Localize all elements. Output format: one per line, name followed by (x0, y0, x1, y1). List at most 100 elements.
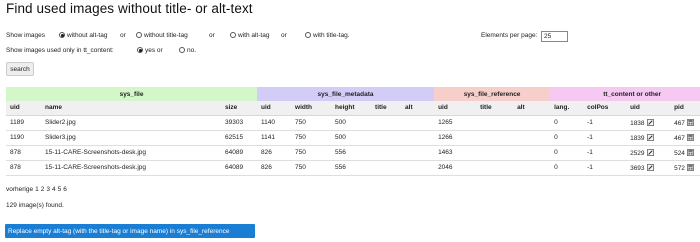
table-cell-container (371, 115, 402, 131)
table-cell-container (401, 145, 435, 161)
table-cell-container (513, 160, 551, 176)
conjunction-or: or (281, 32, 287, 39)
table-cell-container (513, 115, 551, 131)
table-cell-container: 750 (291, 130, 332, 146)
table-cell: 1189 (10, 119, 24, 126)
group-sys-file-reference: sys_file_reference (434, 87, 551, 101)
col-header: uid (257, 101, 292, 116)
radio-icon[interactable] (136, 32, 142, 38)
edit-record-icon[interactable] (646, 118, 654, 126)
radio-without-alt-tag[interactable]: without alt-tag (59, 32, 107, 39)
table-row: 1190 Slider3.jpg 62515 1141 750 500 1266 0 -1 183… (6, 130, 700, 146)
table-cell: 750 (295, 149, 306, 156)
table-cell-container: 750 (291, 160, 332, 176)
table-cell: 1140 (261, 119, 276, 126)
page-link-3[interactable]: 3 (46, 186, 50, 193)
table-cell: Slider2.jpg (45, 119, 76, 126)
radio-label: with title-tag. (313, 32, 350, 39)
view-page-icon[interactable] (687, 163, 694, 171)
table-cell-container: 1463 (434, 145, 477, 161)
table-cell-container: 1839 (626, 130, 671, 146)
view-page-icon[interactable] (687, 118, 694, 126)
pager-prev-label: vorherige (6, 186, 34, 193)
col-header: width (291, 101, 332, 116)
table-cell-container: -1 (583, 115, 627, 131)
page-link-1[interactable]: 1 (35, 186, 39, 193)
group-header-row: sys_file sys_file_metadata sys_file_refe… (6, 87, 700, 101)
elements-per-page-input[interactable] (541, 31, 568, 42)
table-cell: 467 (674, 134, 685, 142)
table-cell-container (371, 130, 402, 146)
table-cell-container (401, 115, 435, 131)
table-cell-container: 0 (550, 160, 584, 176)
radio-with-title-tag[interactable]: with title-tag. (305, 32, 350, 39)
table-cell-container: 572 (670, 160, 700, 176)
table-cell-container (476, 160, 514, 176)
radio-icon[interactable] (305, 32, 311, 38)
radio-icon[interactable] (230, 32, 236, 38)
edit-record-icon[interactable] (646, 163, 654, 171)
table-cell: 750 (295, 164, 306, 171)
table-cell: -1 (587, 164, 593, 171)
table-row: 1189 Slider2.jpg 39303 1140 750 500 1265 0 -1 183… (6, 115, 700, 131)
table-cell: 64089 (225, 149, 244, 156)
radio-icon[interactable] (179, 47, 185, 53)
table-cell-container: 3693 (626, 160, 671, 176)
table-cell: 556 (335, 164, 346, 171)
table-cell: 826 (261, 164, 272, 171)
page-link-2[interactable]: 2 (41, 186, 45, 193)
table-cell: 1190 (10, 134, 24, 141)
table-cell-container: 1838 (626, 115, 671, 131)
radio-icon[interactable] (137, 47, 143, 53)
table-cell-container: 500 (331, 130, 372, 146)
table-cell: 556 (335, 149, 346, 156)
show-images-label: Show images (6, 32, 46, 39)
table-cell-container: -1 (583, 160, 627, 176)
pagination: vorherige 1 2 3 4 5 6 (6, 186, 69, 193)
radio-without-title-tag[interactable]: without title-tag (136, 32, 188, 39)
table-cell: 1266 (438, 134, 453, 141)
replace-alt-tag-button[interactable]: Replace empty alt-tag (with the title-ta… (5, 224, 255, 238)
table-cell: -1 (587, 134, 593, 141)
table-cell-container: 750 (291, 145, 332, 161)
table-cell: 750 (295, 134, 306, 141)
page-link-5[interactable]: 5 (58, 186, 62, 193)
table-cell: 524 (674, 149, 685, 157)
col-header: uid (6, 101, 41, 116)
edit-record-icon[interactable] (646, 148, 654, 156)
col-header: pid (670, 101, 700, 116)
table-cell-container: 556 (331, 145, 372, 161)
radio-tt-no[interactable]: no. (179, 47, 196, 54)
col-header: uid (434, 101, 477, 116)
view-page-icon[interactable] (687, 148, 694, 156)
table-cell: 500 (335, 119, 346, 126)
table-cell: Slider3.jpg (45, 134, 76, 141)
radio-with-alt-tag[interactable]: with alt-tag (230, 32, 269, 39)
table-cell-container: Slider2.jpg (41, 115, 221, 131)
radio-tt-yes[interactable]: yes or (137, 47, 163, 54)
edit-record-icon[interactable] (646, 133, 654, 141)
table-cell-container: 750 (291, 115, 332, 131)
page-link-4[interactable]: 4 (52, 186, 56, 193)
table-cell: 3693 (630, 164, 645, 172)
table-cell-container (476, 145, 514, 161)
page-link-6[interactable]: 6 (63, 186, 67, 193)
table-cell: 1141 (261, 134, 276, 141)
table-cell-container: 1189 (6, 115, 41, 131)
radio-icon[interactable] (59, 32, 65, 38)
search-button[interactable]: search (6, 62, 34, 76)
table-cell-container: 0 (550, 115, 584, 131)
table-cell-container: 1141 (257, 130, 292, 146)
col-header: lang. (550, 101, 584, 116)
view-page-icon[interactable] (687, 133, 694, 141)
results-count: 129 image(s) found. (6, 202, 64, 209)
table-cell-container (476, 115, 514, 131)
conjunction-or: or (120, 32, 126, 39)
table-cell-container: Slider3.jpg (41, 130, 221, 146)
group-tt-content: tt_content or other (550, 87, 700, 101)
column-header-row: uid name size uid width height title alt… (6, 101, 700, 116)
table-cell-container: 500 (331, 115, 372, 131)
table-cell: -1 (587, 119, 593, 126)
table-cell: -1 (587, 149, 593, 156)
table-cell-container (513, 130, 551, 146)
